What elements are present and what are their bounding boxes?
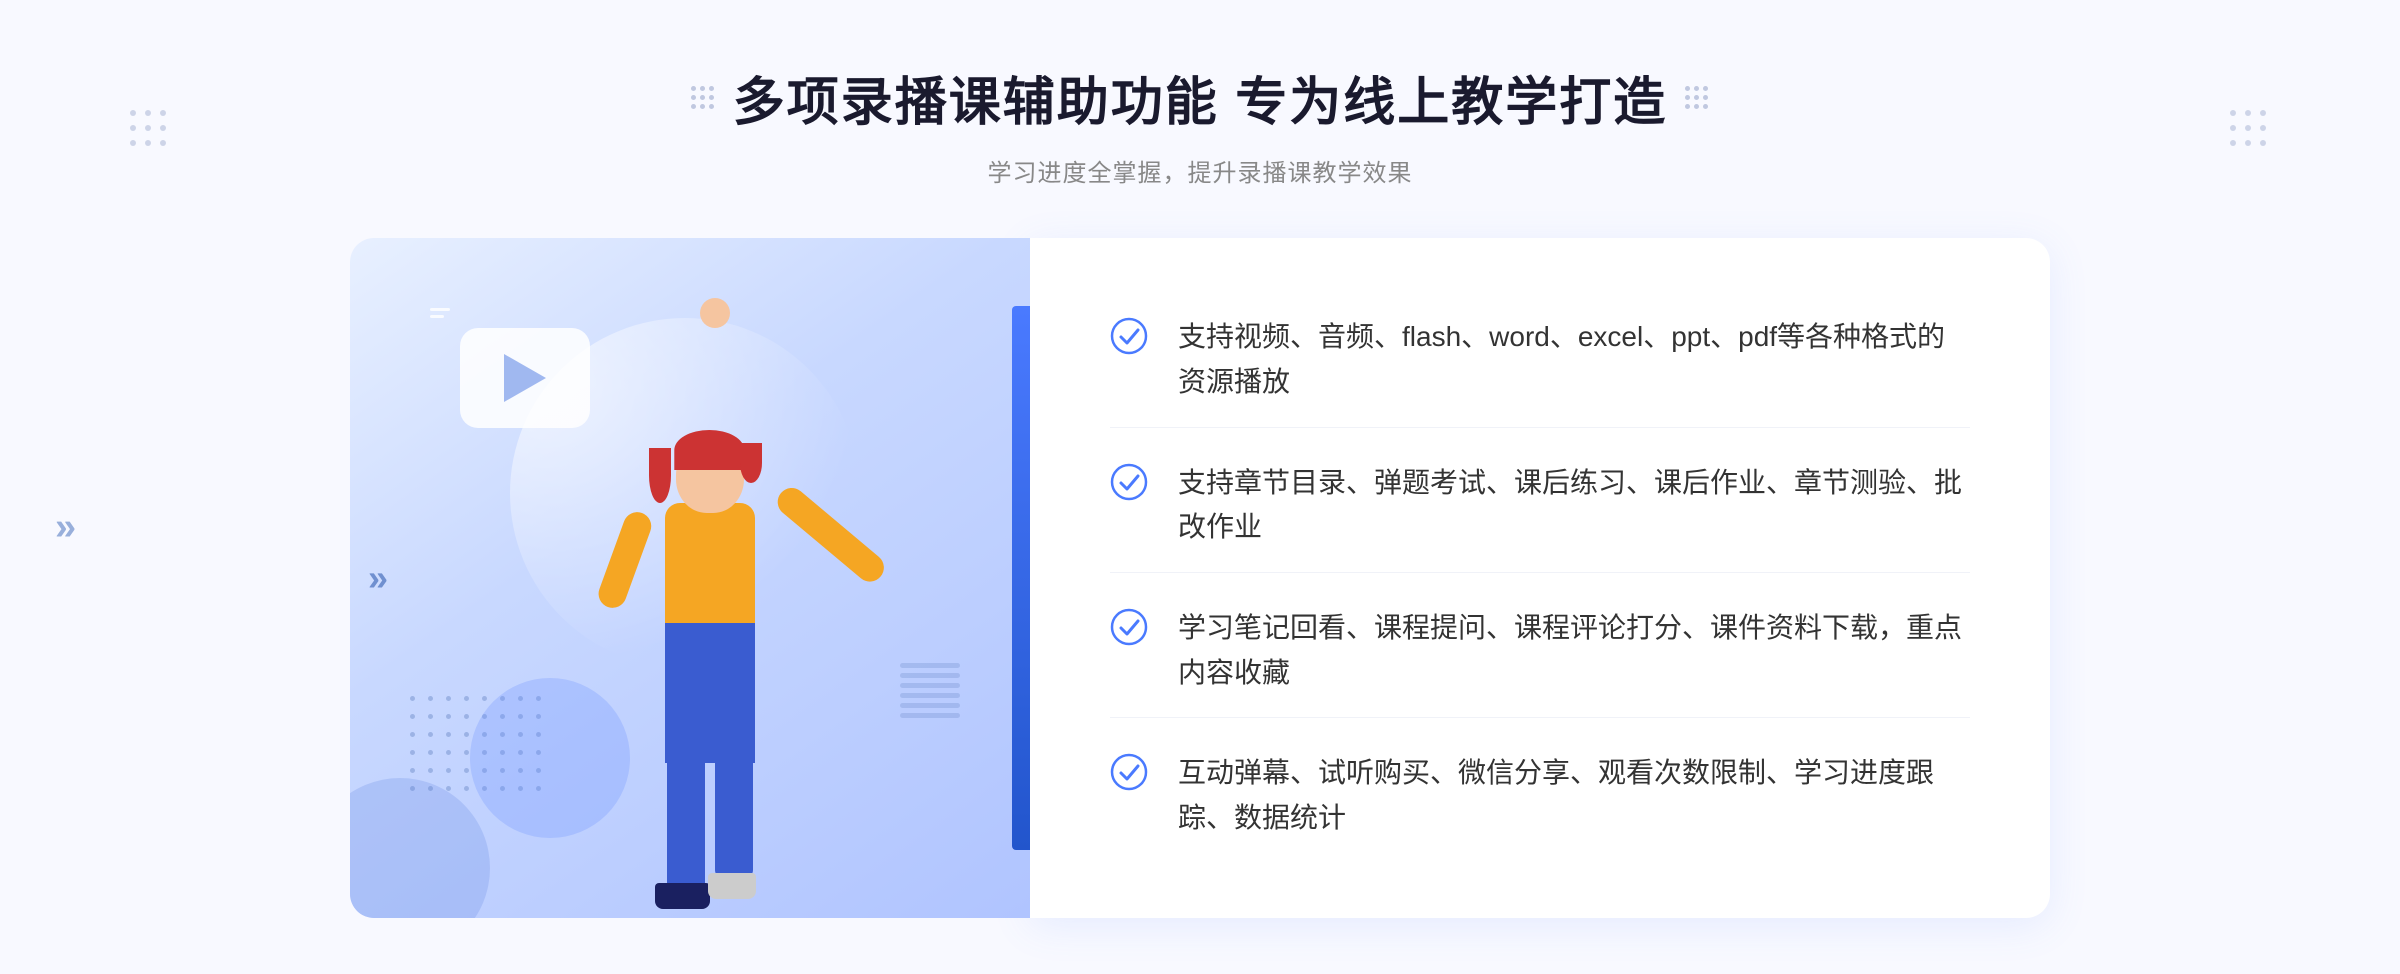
feature-item-1: 支持视频、音频、flash、word、excel、ppt、pdf等各种格式的资源…: [1110, 293, 1970, 428]
main-title: 多项录播课辅助功能 专为线上教学打造: [733, 60, 1667, 135]
feature-item-4: 互动弹幕、试听购买、微信分享、观看次数限制、学习进度跟踪、数据统计: [1110, 729, 1970, 863]
header-section: 多项录播课辅助功能 专为线上教学打造 学习进度全掌握，提升录播课教学效果: [691, 60, 1709, 188]
page-wrapper: » 多项录播课辅助功能 专为线上教学打造 学习进度全掌握，提升录播课教学效果: [0, 0, 2400, 974]
character-illustration: [610, 438, 810, 918]
char-hair-side: [649, 448, 671, 503]
panel-left-arrow: »: [368, 557, 388, 599]
char-arm-left: [595, 508, 656, 612]
illustration-panel: »: [350, 238, 1030, 918]
features-panel: 支持视频、音频、flash、word、excel、ppt、pdf等各种格式的资源…: [1030, 238, 2050, 918]
feature-text-4: 互动弹幕、试听购买、微信分享、观看次数限制、学习进度跟踪、数据统计: [1178, 751, 1970, 841]
blue-bar: [1012, 306, 1030, 850]
circle-decoration-2: [350, 778, 490, 918]
character-body: [610, 438, 810, 918]
char-leg-left: [667, 733, 705, 893]
deco-dots-right: [2230, 110, 2270, 150]
char-hair: [674, 430, 744, 470]
check-icon-3: [1110, 608, 1148, 646]
feature-item-2: 支持章节目录、弹题考试、课后练习、课后作业、章节测验、批改作业: [1110, 439, 1970, 574]
deco-dots-left: [130, 110, 170, 150]
char-torso: [665, 503, 755, 633]
stripe-decoration: [900, 663, 960, 718]
char-leg-right: [715, 733, 753, 878]
play-bubble: [460, 328, 590, 428]
check-icon-2: [1110, 463, 1148, 501]
char-arm-right: [772, 482, 890, 587]
title-decoration-left: [691, 86, 715, 110]
feature-text-1: 支持视频、音频、flash、word、excel、ppt、pdf等各种格式的资源…: [1178, 315, 1970, 405]
check-icon-4: [1110, 753, 1148, 791]
char-shoe-left: [655, 883, 710, 909]
content-area: »: [350, 238, 2050, 918]
play-icon: [504, 354, 546, 402]
feature-item-3: 学习笔记回看、课程提问、课程评论打分、课件资料下载，重点内容收藏: [1110, 584, 1970, 719]
subtitle: 学习进度全掌握，提升录播课教学效果: [987, 153, 1412, 188]
title-decoration-right: [1685, 86, 1709, 110]
circle-decoration-1: [470, 678, 630, 838]
check-icon-1: [1110, 317, 1148, 355]
feature-text-3: 学习笔记回看、课程提问、课程评论打分、课件资料下载，重点内容收藏: [1178, 606, 1970, 696]
sparkle-decoration: [430, 308, 450, 318]
feature-text-2: 支持章节目录、弹题考试、课后练习、课后作业、章节测验、批改作业: [1178, 461, 1970, 551]
char-shoe-right: [708, 873, 756, 899]
title-row: 多项录播课辅助功能 专为线上教学打造: [691, 60, 1709, 135]
char-hair-side-right: [740, 443, 762, 483]
char-hand-right: [700, 298, 730, 328]
left-arrow-decoration: »: [55, 506, 76, 549]
